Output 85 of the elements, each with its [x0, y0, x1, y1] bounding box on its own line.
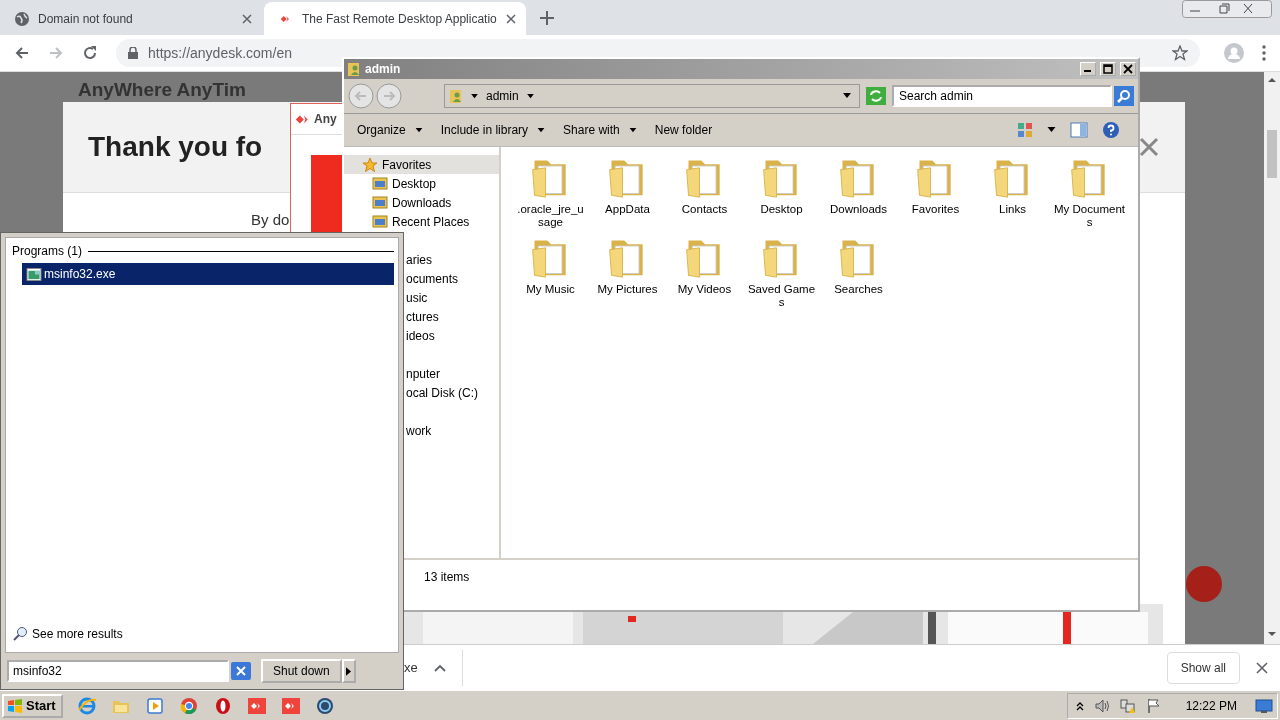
caret-down-icon[interactable]	[471, 93, 478, 99]
diamond-arrows-icon[interactable]	[280, 695, 301, 716]
nav-item[interactable]: Desktop	[344, 174, 499, 193]
maximize-button[interactable]	[1100, 62, 1116, 76]
plus-icon[interactable]	[540, 11, 554, 25]
search-icon[interactable]	[1114, 86, 1134, 106]
toolbar-button[interactable]: Organize	[348, 119, 432, 141]
folder-item[interactable]: Searches	[820, 233, 897, 313]
caret-down-icon[interactable]	[1047, 127, 1056, 133]
program-result[interactable]: msinfo32.exe	[22, 263, 394, 285]
search-field[interactable]: Search admin	[892, 85, 1112, 107]
folder-item[interactable]: My Documents	[1051, 153, 1128, 233]
maximize-icon	[1103, 64, 1113, 74]
folder-item[interactable]: My Videos	[666, 233, 743, 313]
nav-item[interactable]: Downloads	[344, 193, 499, 212]
help-icon[interactable]	[1102, 121, 1120, 139]
folder-item[interactable]: Links	[974, 153, 1051, 233]
star-icon[interactable]	[1172, 45, 1188, 61]
clock[interactable]: 12:22 PM	[1185, 698, 1237, 713]
folder-item[interactable]: AppData	[589, 153, 666, 233]
folder-item[interactable]: My Pictures	[589, 233, 666, 313]
close-icon	[1123, 64, 1133, 74]
folder-icon	[372, 194, 388, 211]
program-icon	[26, 267, 42, 281]
view-icon[interactable]	[1017, 122, 1033, 138]
nav-item[interactable]: Favorites	[344, 155, 499, 174]
toolbar-button[interactable]: Include in library	[431, 119, 555, 141]
minimize-button[interactable]	[1080, 62, 1096, 76]
browser-icon[interactable]	[178, 695, 199, 716]
dialog-title: Thank you fo	[88, 131, 263, 163]
folder-icon	[372, 213, 388, 230]
address-field[interactable]: admin	[444, 84, 860, 108]
folder-icon	[372, 175, 388, 192]
folder-item[interactable]: Downloads	[820, 153, 897, 233]
toolbar-button[interactable]: Share with	[554, 119, 646, 141]
folder-item[interactable]: Saved Games	[743, 233, 820, 313]
clear-icon[interactable]	[231, 662, 251, 680]
close-button[interactable]	[1120, 62, 1136, 76]
chevron-up-icon[interactable]	[1075, 700, 1084, 711]
close-icon[interactable]	[506, 13, 516, 24]
folder-item[interactable]: Contacts	[666, 153, 743, 233]
windows-flag-icon	[7, 697, 23, 714]
star-icon	[362, 156, 378, 173]
show-all-button[interactable]: Show all	[1166, 651, 1240, 684]
see-more-results-link[interactable]: See more results	[12, 626, 394, 642]
folder-user-icon	[347, 61, 361, 77]
refresh-icon[interactable]	[866, 87, 886, 105]
browser-tab[interactable]: Domain not found	[0, 2, 262, 35]
window-title: Any	[314, 112, 337, 126]
folder-item[interactable]: My Music	[512, 233, 589, 313]
reload-icon[interactable]	[82, 45, 98, 61]
show-desktop-icon[interactable]	[1255, 697, 1273, 714]
menu-icon[interactable]	[1262, 45, 1266, 61]
folder-item[interactable]: Favorites	[897, 153, 974, 233]
browser-tab[interactable]: The Fast Remote Desktop Applicatio	[264, 2, 526, 35]
folder-item[interactable]: .oracle_jre_usage	[512, 153, 589, 233]
search-icon	[12, 626, 28, 642]
lock-icon	[128, 47, 138, 59]
preview-pane-icon[interactable]	[1070, 122, 1088, 138]
flag-icon[interactable]	[1145, 697, 1162, 714]
section-heading: Programs (1)	[12, 244, 82, 258]
page-headline: AnyWhere AnyTim	[78, 80, 246, 100]
folder-item[interactable]: Desktop	[743, 153, 820, 233]
dialog-text: By do	[251, 211, 290, 228]
item-count: 13 items	[424, 570, 470, 584]
close-icon[interactable]	[1139, 137, 1159, 157]
caret-down-icon[interactable]	[526, 93, 534, 99]
caret-right-icon	[346, 666, 352, 676]
caret-up-icon[interactable]	[433, 663, 446, 672]
start-button[interactable]: Start	[2, 693, 63, 718]
caret-down-icon[interactable]	[843, 93, 851, 99]
close-icon[interactable]	[242, 13, 252, 24]
back-arrow-icon[interactable]	[14, 45, 30, 61]
toolbar-button[interactable]: New folder	[645, 119, 722, 141]
scrollbar[interactable]	[1264, 72, 1280, 644]
close-icon[interactable]	[1256, 661, 1268, 674]
globe-icon	[14, 10, 30, 27]
shut-down-button[interactable]: Shut down	[261, 659, 342, 683]
network-warning-icon[interactable]	[1119, 697, 1136, 714]
search-field[interactable]: msinfo32	[7, 660, 229, 682]
diamond-arrows-icon[interactable]	[246, 695, 267, 716]
speaker-icon[interactable]	[1093, 697, 1110, 714]
nav-item[interactable]: Recent Places	[344, 212, 499, 231]
media-player-icon[interactable]	[144, 695, 165, 716]
folder-user-icon	[449, 88, 463, 104]
